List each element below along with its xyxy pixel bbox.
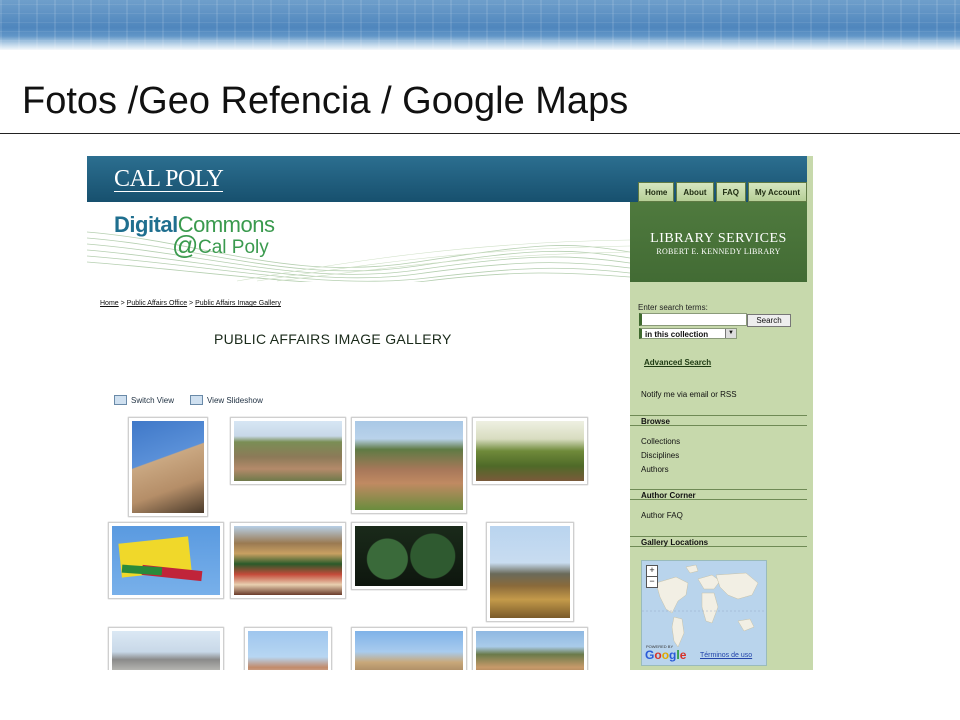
nav-my-account[interactable]: My Account bbox=[747, 182, 807, 202]
breadcrumb-home[interactable]: Home bbox=[100, 300, 119, 307]
view-slideshow-link[interactable]: View Slideshow bbox=[207, 396, 263, 405]
gallery-thumbnail[interactable] bbox=[351, 522, 467, 590]
library-services-banner[interactable]: LIBRARY SERVICES ROBERT E. KENNEDY LIBRA… bbox=[630, 202, 807, 282]
browse-disciplines-link[interactable]: Disciplines bbox=[641, 451, 679, 460]
switch-view-icon[interactable] bbox=[114, 395, 127, 405]
library-subtitle: ROBERT E. KENNEDY LIBRARY bbox=[656, 247, 781, 256]
gallery-thumbnail[interactable] bbox=[128, 417, 208, 517]
slide-top-banner bbox=[0, 0, 960, 50]
breadcrumb-gallery[interactable]: Public Affairs Image Gallery bbox=[195, 300, 281, 307]
gallery-thumbnail[interactable] bbox=[351, 627, 467, 670]
browse-heading: Browse bbox=[630, 415, 807, 426]
gallery-thumbnail[interactable] bbox=[486, 522, 574, 622]
gallery-thumbnail[interactable] bbox=[472, 417, 588, 485]
author-faq-link[interactable]: Author FAQ bbox=[641, 511, 683, 520]
breadcrumb-office[interactable]: Public Affairs Office bbox=[127, 300, 187, 307]
chevron-down-icon[interactable]: ▼ bbox=[725, 329, 736, 338]
gallery-title: PUBLIC AFFAIRS IMAGE GALLERY bbox=[214, 331, 452, 347]
gallery-locations-heading: Gallery Locations bbox=[630, 536, 807, 547]
search-button[interactable]: Search bbox=[747, 314, 791, 327]
search-input[interactable] bbox=[639, 313, 747, 326]
browse-collections-link[interactable]: Collections bbox=[641, 437, 680, 446]
nav-faq[interactable]: FAQ bbox=[715, 182, 746, 202]
top-nav: Home About FAQ My Account bbox=[638, 182, 807, 202]
browse-authors-link[interactable]: Authors bbox=[641, 465, 669, 474]
slide-title: Fotos /Geo Refencia / Google Maps bbox=[22, 80, 629, 122]
search-scope-select[interactable]: in this collection ▼ bbox=[639, 328, 737, 339]
breadcrumb: Home > Public Affairs Office > Public Af… bbox=[100, 300, 281, 307]
calpoly-logo[interactable]: CAL POLY bbox=[114, 166, 224, 193]
sidebar: Enter search terms: Search in this colle… bbox=[630, 282, 807, 670]
gallery-thumbnail[interactable] bbox=[472, 627, 588, 670]
sidebar-edge bbox=[807, 156, 813, 670]
gallery-thumbnail[interactable] bbox=[108, 522, 224, 599]
nav-about[interactable]: About bbox=[676, 182, 714, 202]
gallery-thumbnail[interactable] bbox=[351, 417, 467, 514]
gallery-thumbnail[interactable] bbox=[244, 627, 332, 670]
nav-home[interactable]: Home bbox=[638, 182, 675, 202]
gallery-thumbnail[interactable] bbox=[230, 522, 346, 599]
switch-view-link[interactable]: Switch View bbox=[131, 396, 174, 405]
search-label: Enter search terms: bbox=[638, 303, 708, 312]
library-title: LIBRARY SERVICES bbox=[650, 231, 787, 246]
digital-commons-banner: DigitalCommons @ Cal Poly bbox=[87, 202, 630, 282]
slide-title-rule bbox=[0, 133, 960, 134]
author-corner-heading: Author Corner bbox=[630, 489, 807, 500]
view-controls: Switch View View Slideshow bbox=[114, 395, 263, 405]
google-logo: Google bbox=[645, 648, 687, 662]
site-header: CAL POLY Home About FAQ My Account bbox=[87, 156, 813, 202]
gallery-thumbnail[interactable] bbox=[108, 627, 224, 670]
slideshow-icon[interactable] bbox=[189, 395, 203, 405]
gallery-thumbnail[interactable] bbox=[230, 417, 346, 485]
zoom-out-button[interactable]: − bbox=[646, 576, 658, 588]
advanced-search-link[interactable]: Advanced Search bbox=[644, 358, 711, 367]
google-map[interactable]: + − POWERED BY Google Términos de uso bbox=[641, 560, 767, 666]
website-screenshot: CAL POLY Home About FAQ My Account Digit… bbox=[87, 156, 813, 670]
digital-commons-logo[interactable]: DigitalCommons @ Cal Poly bbox=[114, 214, 275, 259]
notify-link[interactable]: Notify me via email or RSS bbox=[641, 390, 737, 399]
map-terms-link[interactable]: Términos de uso bbox=[700, 652, 752, 659]
